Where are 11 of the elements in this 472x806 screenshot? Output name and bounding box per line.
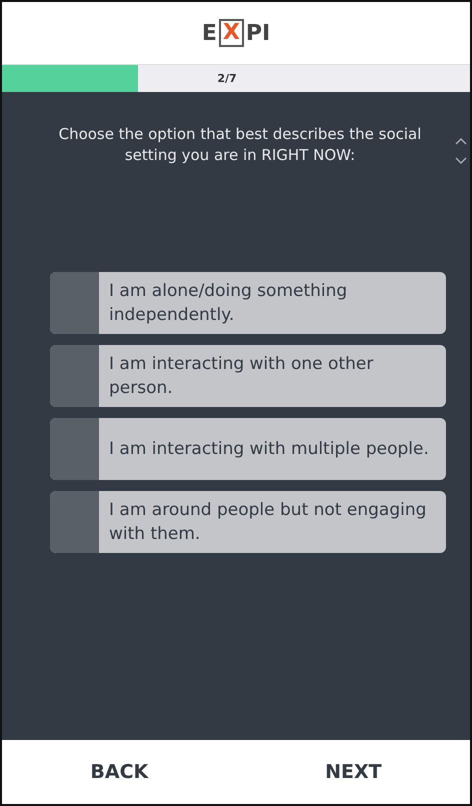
logo-text: E	[202, 20, 217, 46]
answer-option[interactable]: I am around people but not engaging with them.	[50, 491, 446, 553]
answer-option[interactable]: I am alone/doing something independently.	[50, 272, 446, 334]
next-button[interactable]: NEXT	[313, 755, 394, 789]
question-text: Choose the option that best describes the social setting you are in RIGHT NOW:	[58, 124, 422, 166]
progress-label: 2/7	[217, 72, 237, 85]
answer-option[interactable]: I am interacting with multiple people.	[50, 418, 446, 480]
answer-option[interactable]: I am interacting with one other person.	[50, 345, 446, 407]
logo-text: PI	[246, 20, 270, 46]
logo-boxed-letter: X	[218, 19, 244, 47]
back-button[interactable]: BACK	[78, 755, 160, 789]
